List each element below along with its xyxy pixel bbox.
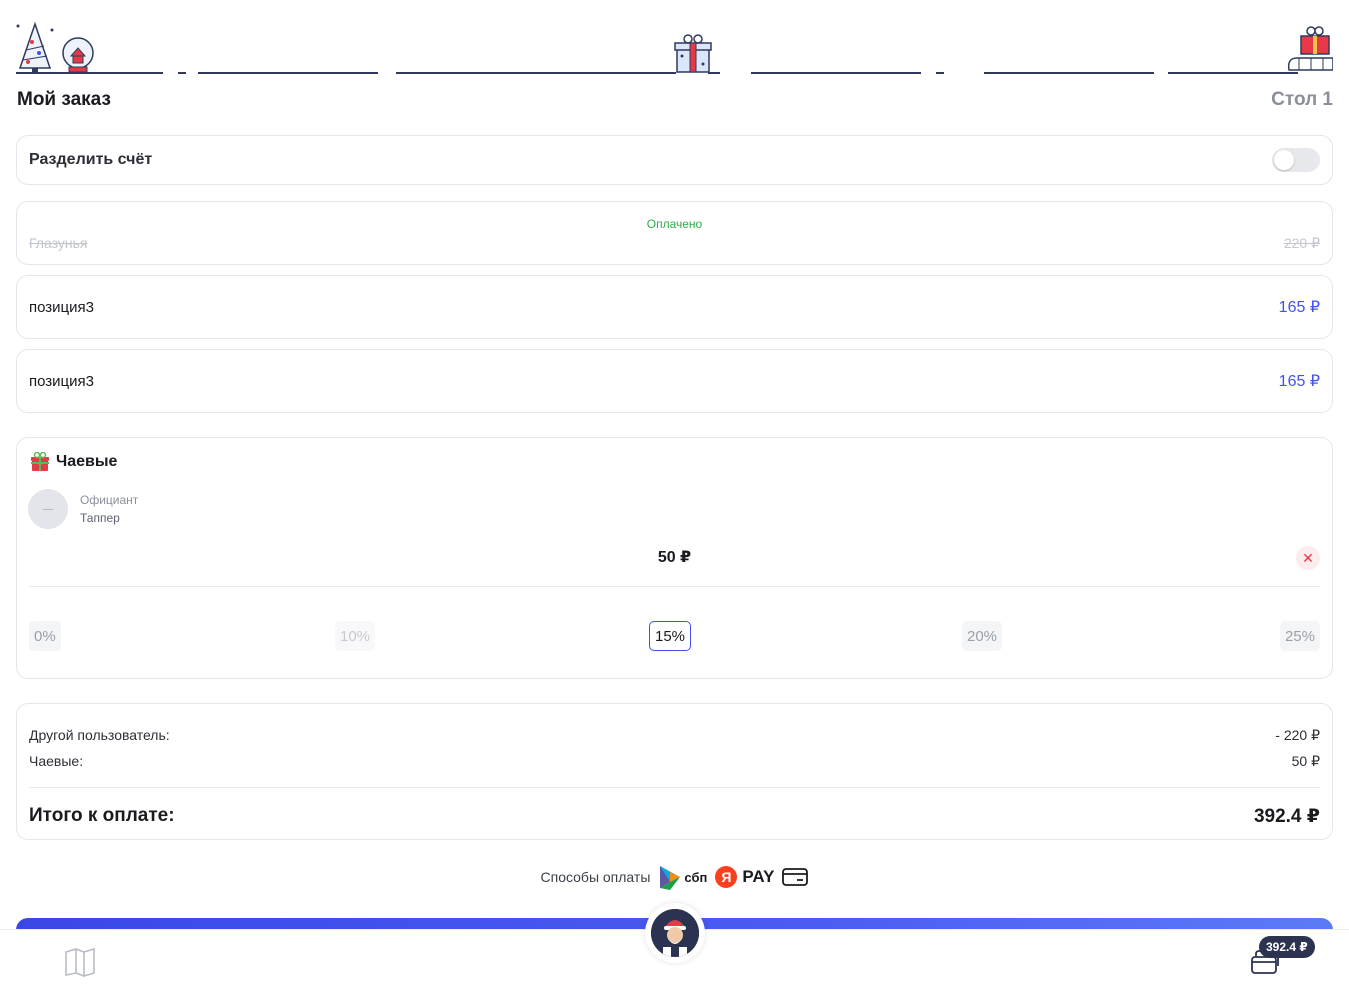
yandex-pay-logo: Я PAY: [715, 866, 774, 888]
tips-title: Чаевые: [56, 453, 118, 470]
snow-globe-icon: [62, 37, 94, 73]
order-item-paid: Оплачено Глазунья 220 ₽: [16, 201, 1333, 265]
waiter-info: Официант Таппер: [28, 489, 138, 529]
summary-value: 50 ₽: [1291, 753, 1320, 769]
tip-percent-15[interactable]: 15%: [649, 621, 692, 651]
payment-methods-label: Способы оплаты: [540, 869, 651, 885]
festive-garland: [0, 0, 1349, 82]
order-item-price: 165 ₽: [1278, 299, 1320, 316]
tip-percent-options: 0% 10% 15% 20% 25%: [29, 621, 1320, 651]
waiter-name: Таппер: [80, 511, 120, 525]
clear-tip-button[interactable]: ✕: [1296, 546, 1320, 570]
summary-value: - 220 ₽: [1275, 727, 1320, 743]
summary-card: Другой пользователь: - 220 ₽ Чаевые: 50 …: [16, 703, 1333, 840]
waiter-avatar: [28, 489, 68, 529]
summary-label: Чаевые:: [29, 753, 84, 769]
bottom-nav: 392.4 ₽: [0, 903, 1349, 992]
page-title: Мой заказ: [17, 89, 111, 110]
split-bill-card: Разделить счёт: [16, 135, 1333, 185]
order-item-name: Глазунья: [29, 235, 88, 251]
tip-percent-25[interactable]: 25%: [1279, 621, 1320, 651]
credit-card-icon: [782, 868, 809, 886]
payment-methods: Способы оплаты сбп Я PAY: [0, 864, 1349, 890]
toggle-knob: [1274, 150, 1294, 170]
menu-book-icon[interactable]: [64, 947, 96, 977]
waiter-call-button[interactable]: [645, 903, 705, 963]
table-number: Стол 1: [1271, 89, 1333, 110]
cart-total-badge: 392.4 ₽: [1259, 936, 1315, 958]
order-item[interactable]: позиция3 165 ₽: [16, 275, 1333, 339]
summary-label: Другой пользователь:: [29, 727, 170, 743]
tips-card: Чаевые Официант Таппер 50 ₽ ✕ 0% 10% 15%…: [16, 437, 1333, 679]
order-item-price: 165 ₽: [1278, 373, 1320, 390]
summary-row-other-user: Другой пользователь: - 220 ₽: [29, 727, 1320, 744]
total-value: 392.4 ₽: [1253, 806, 1320, 827]
santa-waiter-icon: [651, 909, 699, 957]
waiter-role: Официант: [80, 493, 139, 507]
paid-status-label: Оплачено: [646, 217, 703, 231]
order-header: Мой заказ Стол 1: [17, 86, 1333, 114]
summary-row-total: Итого к оплате: 392.4 ₽: [29, 805, 1320, 828]
yandex-icon: Я: [715, 866, 738, 888]
tip-percent-10[interactable]: 10%: [335, 621, 376, 651]
tip-amount-input[interactable]: 50 ₽: [17, 547, 1332, 567]
order-item-name: позиция3: [29, 298, 94, 316]
tip-percent-0[interactable]: 0%: [29, 621, 61, 651]
divider: [29, 586, 1320, 587]
split-bill-label: Разделить счёт: [29, 151, 153, 168]
order-item[interactable]: позиция3 165 ₽: [16, 349, 1333, 413]
split-bill-toggle[interactable]: [1272, 148, 1320, 172]
order-item-name: позиция3: [29, 372, 94, 390]
sbp-logo: сбп: [658, 864, 707, 890]
divider: [29, 787, 1320, 788]
order-item-price: 220 ₽: [1283, 235, 1320, 251]
sbp-icon: [660, 866, 681, 890]
summary-row-tips: Чаевые: 50 ₽: [29, 753, 1320, 770]
tip-percent-20[interactable]: 20%: [962, 621, 1003, 651]
tips-header: Чаевые: [30, 452, 117, 472]
gift-icon: [31, 452, 49, 471]
close-icon: ✕: [1302, 549, 1314, 566]
total-label: Итого к оплате:: [29, 805, 175, 826]
christmas-tree-icon: [16, 21, 54, 73]
sleigh-icon: [1287, 26, 1333, 71]
gift-icon: [674, 34, 712, 73]
